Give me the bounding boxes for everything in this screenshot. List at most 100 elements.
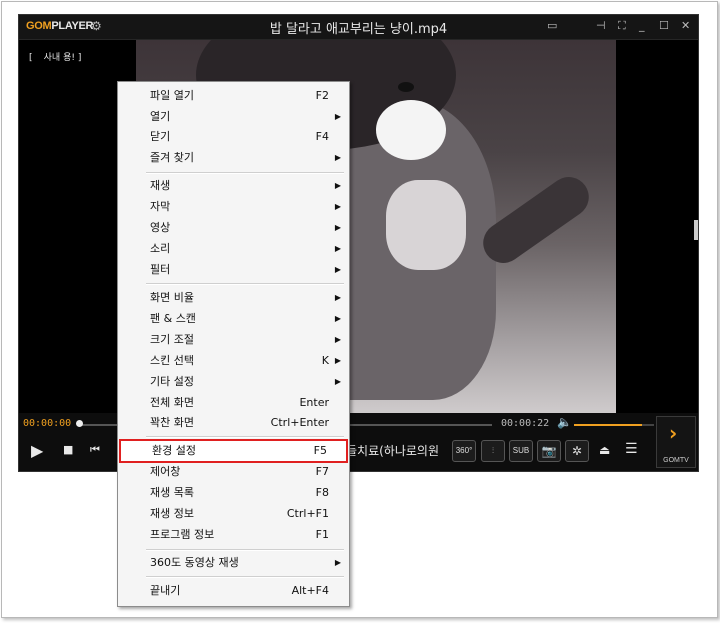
menu-item[interactable]: 제어창 F7 xyxy=(118,462,349,482)
cat-white-patch xyxy=(376,100,446,160)
subtitle-badge: [ ᅟ사내 용! ] xyxy=(29,53,82,63)
title-bar: GOMPLAYER ⚙ 밥 달라고 애교부리는 냥이.mp4 ▭ ⊣ ⛶ _ ☐… xyxy=(19,15,698,40)
menu-item-label: 열기 xyxy=(150,110,171,123)
vr-360-button[interactable]: 360° xyxy=(452,440,476,462)
menu-item-label: 즐겨 찾기 xyxy=(150,151,194,164)
submenu-arrow-icon: ▶ xyxy=(334,335,341,344)
menu-item-label: 자막 xyxy=(150,200,171,213)
menu-item-shortcut: F5 xyxy=(313,444,327,457)
menu-item-shortcut: Ctrl+F1 xyxy=(286,507,329,520)
submenu-arrow-icon: ▶ xyxy=(334,202,341,211)
minibar-icon[interactable]: ▭ xyxy=(547,19,557,33)
menu-item-label: 끝내기 xyxy=(150,584,181,597)
menu-item-label: 360도 동영상 재생 xyxy=(150,556,239,569)
pin-icon[interactable]: ⊣ xyxy=(596,19,606,33)
subtitle-button[interactable]: SUB xyxy=(509,440,533,462)
menu-item-label: 재생 목록 xyxy=(150,486,194,499)
menu-item[interactable]: 자막 ▶ xyxy=(118,197,349,217)
menu-item[interactable]: 꽉찬 화면 Ctrl+Enter xyxy=(118,413,349,433)
menu-item[interactable]: 끝내기 Alt+F4 xyxy=(118,581,349,601)
cat-eye-right xyxy=(398,82,414,92)
menu-item[interactable]: 기타 설정 ▶ xyxy=(118,372,349,392)
play-icon[interactable]: ▶ xyxy=(31,441,43,460)
maximize-icon[interactable]: ☐ xyxy=(659,19,669,33)
submenu-arrow-icon: ▶ xyxy=(334,112,341,121)
menu-item-label: 제어창 xyxy=(150,465,181,478)
chevron-right-icon: › xyxy=(669,421,678,445)
submenu-arrow-icon: ▶ xyxy=(334,377,341,386)
menu-item-shortcut: K xyxy=(321,354,329,367)
menu-separator xyxy=(146,576,344,578)
context-menu: 파일 열기 F2 열기 ▶ 닫기 F4 즐겨 찾기 ▶ 재생 ▶ 자막 ▶ 영상 ▶ 소리 ▶ … xyxy=(117,81,350,607)
submenu-arrow-icon: ▶ xyxy=(334,223,341,232)
menu-item-label: 닫기 xyxy=(150,130,171,143)
menu-item[interactable]: 재생 ▶ xyxy=(118,176,349,196)
menu-item-label: 크기 조절 xyxy=(150,333,194,346)
menu-item[interactable]: 화면 비율 ▶ xyxy=(118,288,349,308)
seek-knob[interactable] xyxy=(76,420,83,427)
camera-icon[interactable]: 📷 xyxy=(537,440,561,462)
menu-item-shortcut: F2 xyxy=(315,89,329,102)
menu-item-label: 팬 & 스캔 xyxy=(150,312,196,325)
menu-item-shortcut: F4 xyxy=(315,130,329,143)
submenu-arrow-icon: ▶ xyxy=(334,244,341,253)
file-ticker: 들치료(하나로의원 xyxy=(346,444,440,458)
volume-slider[interactable] xyxy=(574,424,654,426)
menu-item[interactable]: 팬 & 스캔 ▶ xyxy=(118,309,349,329)
menu-item-shortcut: Ctrl+Enter xyxy=(270,416,329,429)
gomtv-button[interactable]: › GOMTV xyxy=(656,416,696,468)
menu-separator xyxy=(146,549,344,551)
menu-separator xyxy=(146,172,344,174)
eject-icon[interactable]: ⏏ xyxy=(599,443,610,457)
menu-item[interactable]: 재생 정보 Ctrl+F1 xyxy=(118,504,349,524)
stop-icon[interactable]: ■ xyxy=(63,443,73,456)
submenu-arrow-icon: ▶ xyxy=(334,153,341,162)
menu-item-label: 기타 설정 xyxy=(150,375,194,388)
cat-paw-shape xyxy=(386,180,466,270)
menu-separator xyxy=(146,283,344,285)
menu-item-preferences[interactable]: 환경 설정 F5 xyxy=(119,439,348,463)
side-panel-handle[interactable] xyxy=(694,220,698,240)
menu-separator xyxy=(146,436,344,438)
menu-item[interactable]: 전체 화면 Enter xyxy=(118,393,349,413)
menu-item-label: 파일 열기 xyxy=(150,89,194,102)
menu-icon[interactable]: ☰ xyxy=(625,441,638,457)
volume-fill xyxy=(574,424,642,426)
menu-item[interactable]: 프로그램 정보 F1 xyxy=(118,525,349,545)
menu-item[interactable]: 재생 목록 F8 xyxy=(118,483,349,503)
menu-item-shortcut: Alt+F4 xyxy=(291,584,329,597)
menu-item[interactable]: 닫기 F4 xyxy=(118,127,349,147)
menu-item[interactable]: 즐겨 찾기 ▶ xyxy=(118,148,349,168)
minimize-icon[interactable]: _ xyxy=(639,19,645,33)
submenu-arrow-icon: ▶ xyxy=(334,314,341,323)
menu-item[interactable]: 360도 동영상 재생 ▶ xyxy=(118,553,349,573)
time-total: 00:00:22 xyxy=(501,418,550,429)
effects-icon[interactable]: ✲ xyxy=(565,440,589,462)
time-elapsed: 00:00:00 xyxy=(23,418,72,429)
menu-item-shortcut: Enter xyxy=(299,396,329,409)
menu-item-label: 프로그램 정보 xyxy=(150,528,215,541)
volume-icon[interactable]: 🔈 xyxy=(557,415,572,429)
menu-item[interactable]: 열기 ▶ xyxy=(118,107,349,127)
menu-item[interactable]: 소리 ▶ xyxy=(118,239,349,259)
submenu-arrow-icon: ▶ xyxy=(334,265,341,274)
menu-item[interactable]: 영상 ▶ xyxy=(118,218,349,238)
menu-item-label: 영상 xyxy=(150,221,171,234)
menu-item[interactable]: 스킨 선택 K ▶ xyxy=(118,351,349,371)
menu-item-label: 화면 비율 xyxy=(150,291,194,304)
fullscreen-toggle-icon[interactable]: ⛶ xyxy=(618,19,626,33)
submenu-arrow-icon: ▶ xyxy=(334,181,341,190)
menu-item[interactable]: 크기 조절 ▶ xyxy=(118,330,349,350)
menu-item-label: 재생 xyxy=(150,179,171,192)
menu-item-label: 환경 설정 xyxy=(152,444,196,457)
menu-item[interactable]: 필터 ▶ xyxy=(118,260,349,280)
menu-item-label: 재생 정보 xyxy=(150,507,194,520)
equalizer-icon[interactable]: ⫶ xyxy=(481,440,505,462)
submenu-arrow-icon: ▶ xyxy=(334,293,341,302)
close-icon[interactable]: ✕ xyxy=(681,19,690,33)
menu-item-shortcut: F7 xyxy=(315,465,329,478)
gomtv-label: GOMTV xyxy=(663,457,689,464)
previous-icon[interactable]: ⏮ xyxy=(90,443,100,457)
menu-item[interactable]: 파일 열기 F2 xyxy=(118,86,349,106)
menu-item-label: 필터 xyxy=(150,263,171,276)
